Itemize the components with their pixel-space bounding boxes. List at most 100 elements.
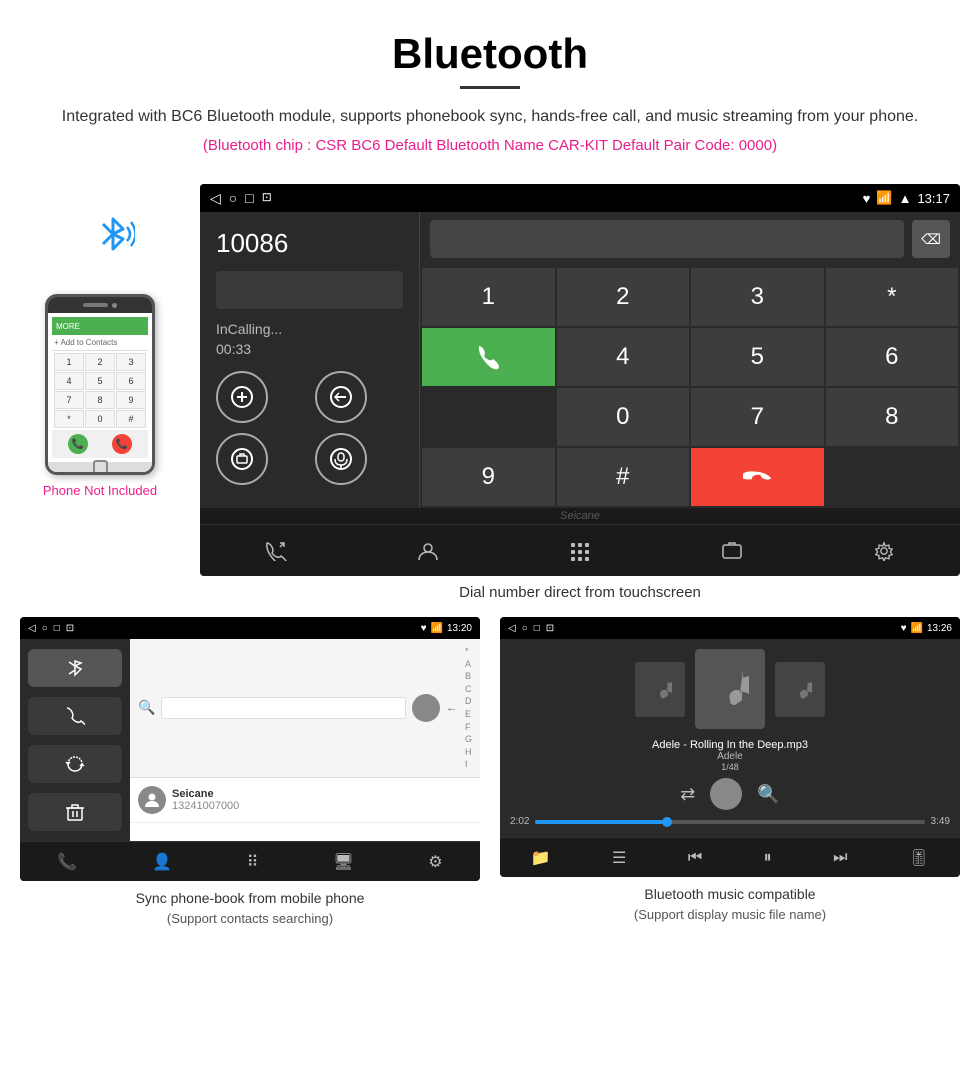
home-icon[interactable]: ○ [229,190,237,207]
pb-back-arrow[interactable]: ← [446,702,457,714]
mute-button[interactable] [315,433,367,485]
music-folder-icon[interactable]: 📁 [531,848,551,868]
dialpad-key-5[interactable]: 5 [691,328,824,386]
pb-bottom-call-icon[interactable]: 📞 [57,852,77,872]
phone-key-8[interactable]: 8 [85,391,115,409]
recent-icon[interactable]: □ [245,190,253,207]
call-input-bar[interactable] [216,271,403,309]
volume-up-button[interactable] [216,371,268,423]
car-bottom-bar [200,524,960,576]
pb-screenshot-icon[interactable]: ⊡ [66,623,74,634]
phone-home-bar [48,462,152,472]
music-home-icon[interactable]: ○ [522,623,528,634]
bottom-settings-icon[interactable] [859,531,909,571]
pb-home-icon[interactable]: ○ [42,623,48,634]
dialpad-delete-button[interactable]: ⌫ [912,220,950,258]
screenshot-icon[interactable]: ⊡ [262,190,272,207]
pb-call-btn[interactable] [28,697,122,735]
phone-key-7[interactable]: 7 [54,391,84,409]
phone-key-3[interactable]: 3 [116,353,146,371]
dialpad-key-hash[interactable]: # [557,448,690,506]
dialpad-key-9[interactable]: 9 [422,448,555,506]
bottom-transfer-icon[interactable] [707,531,757,571]
dial-caption: Dial number direct from touchscreen [200,576,960,617]
pb-bottom-settings-icon[interactable]: ⚙ [428,852,442,872]
pb-bluetooth-btn[interactable] [28,649,122,687]
dialpad-key-8[interactable]: 8 [826,388,959,446]
music-shuffle-icon[interactable]: ⇄ [680,784,695,805]
pb-alpha-index: *ABCDEFGHI [465,645,472,771]
pb-delete-btn[interactable] [28,793,122,831]
phonebook-bottom-bar: 📞 👤 ⠿ 🖥 ⚙ [20,841,480,881]
music-progress-bar[interactable] [535,820,924,824]
pb-status-right: ♥ 📶 13:20 [421,623,472,634]
status-time: 13:17 [917,191,950,206]
phone-key-6[interactable]: 6 [116,372,146,390]
dialpad-call-button[interactable] [422,328,555,386]
music-album-art-left [635,662,685,717]
bottom-contacts-icon[interactable] [403,531,453,571]
bottom-call-icon[interactable] [251,531,301,571]
bottom-dialpad-icon[interactable] [555,531,605,571]
phonebook-search-row: 🔍 ← *ABCDEFGHI [130,639,480,778]
dialpad-key-6[interactable]: 6 [826,328,959,386]
music-list-icon[interactable]: ☰ [612,848,626,868]
phone-status-bar: MORE [52,317,148,335]
car-screen: ◁ ○ □ ⊡ ♥ 📶 ▲ 13:17 10086 InCal [200,184,960,576]
pb-location-icon: ♥ [421,623,427,634]
dialpad-input[interactable] [430,220,904,258]
pb-photo-circle [412,694,440,722]
car-status-right: ♥ 📶 ▲ 13:17 [863,190,950,206]
back-icon[interactable]: ◁ [210,190,221,207]
phone-call-button[interactable]: 📞 [68,434,88,454]
phone-key-1[interactable]: 1 [54,353,84,371]
phone-end-button[interactable]: 📞 [112,434,132,454]
music-eq-icon[interactable]: 🎚 [909,848,929,868]
dialpad-end-button[interactable] [691,448,824,506]
transfer-button[interactable] [216,433,268,485]
phonebook-screen-block: ◁ ○ □ ⊡ ♥ 📶 13:20 [20,617,480,932]
music-back-icon[interactable]: ◁ [508,623,516,634]
pb-bottom-transfer-icon[interactable]: 🖥 [333,852,353,872]
music-progress-fill [535,820,671,824]
phone-key-9[interactable]: 9 [116,391,146,409]
music-time: 13:26 [927,623,952,634]
dialpad-key-2[interactable]: 2 [557,268,690,326]
dialpad-key-0[interactable]: 0 [557,388,690,446]
phone-top-bar [48,297,152,313]
music-track-info: 1/48 [652,762,808,772]
phonebook-contact-row[interactable]: Seicane 13241007000 [130,778,480,823]
phone-key-hash[interactable]: # [116,410,146,428]
bluetooth-icon-wrapper [60,204,140,284]
music-play-icon[interactable]: ⏸ [764,849,772,867]
phone-key-2[interactable]: 2 [85,353,115,371]
dialpad-key-7[interactable]: 7 [691,388,824,446]
phone-key-4[interactable]: 4 [54,372,84,390]
pb-search-input[interactable] [161,697,406,719]
phone-key-5[interactable]: 5 [85,372,115,390]
pb-contact-avatar [138,786,166,814]
phone-key-0[interactable]: 0 [85,410,115,428]
pb-back-icon[interactable]: ◁ [28,623,36,634]
phone-key-star[interactable]: * [54,410,84,428]
music-prev-icon[interactable]: ⏮ [688,849,702,867]
phone-home-button[interactable] [93,460,108,475]
dialpad-key-star[interactable]: * [826,268,959,326]
pb-sync-btn[interactable] [28,745,122,783]
volume-down-button[interactable] [315,371,367,423]
music-status-right: ♥ 📶 13:26 [901,623,952,634]
music-search-icon[interactable]: 🔍 [757,784,779,805]
seicane-watermark: Seicane [200,508,960,524]
music-screenshot-icon[interactable]: ⊡ [546,623,554,634]
dialpad-key-3[interactable]: 3 [691,268,824,326]
pb-signal-icon: 📶 [431,623,443,634]
dialpad-top: ⌫ [420,212,960,266]
music-next-icon[interactable]: ⏭ [833,849,847,867]
dialpad-key-1[interactable]: 1 [422,268,555,326]
dialpad-key-4[interactable]: 4 [557,328,690,386]
pb-bottom-dialpad-icon[interactable]: ⠿ [247,852,259,872]
music-recent-icon[interactable]: □ [534,623,540,634]
pb-recent-icon[interactable]: □ [54,623,60,634]
pb-bottom-contacts-icon[interactable]: 👤 [152,852,172,872]
music-controls: ⇄ 🔍 [510,778,950,810]
